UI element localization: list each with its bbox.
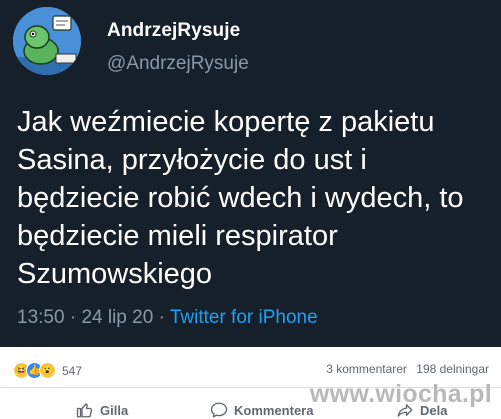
comment-button[interactable]: Kommentera xyxy=(210,401,313,419)
tweet-source[interactable]: Twitter for iPhone xyxy=(170,307,318,328)
tweet-text: Jak weźmiecie kopertę z pakietu Sasina, … xyxy=(17,106,464,290)
post-stats: 3 kommentarer 198 delningar xyxy=(326,362,489,376)
comment-label: Kommentera xyxy=(234,402,314,418)
user-handle[interactable]: @AndrzejRysuje xyxy=(107,53,249,75)
facebook-post-footer: 😆 👍 😮 547 3 kommentarer 198 delningar Gi… xyxy=(0,347,501,419)
display-name[interactable]: AndrzejRysuje xyxy=(107,20,240,42)
shares-count[interactable]: 198 delningar xyxy=(416,362,489,376)
wow-reaction-icon: 😮 xyxy=(39,362,56,379)
reactions-summary[interactable]: 😆 👍 😮 547 xyxy=(13,362,82,379)
like-label: Gilla xyxy=(100,402,129,418)
tweet-date[interactable]: 24 lip 20 xyxy=(81,307,153,328)
meta-separator: · xyxy=(158,307,170,328)
avatar[interactable] xyxy=(13,7,81,75)
like-button[interactable]: Gilla xyxy=(76,401,128,419)
thumbs-up-icon xyxy=(76,403,93,418)
comments-count[interactable]: 3 kommentarer xyxy=(326,362,407,376)
tweet-meta: 13:50 · 24 lip 20 · Twitter for iPhone xyxy=(17,307,318,329)
avatar-cartoon-icon xyxy=(13,7,81,75)
reaction-count[interactable]: 547 xyxy=(62,364,82,378)
watermark: www.wiocha.pl xyxy=(309,380,492,408)
comment-icon xyxy=(210,402,228,418)
meta-separator: · xyxy=(69,307,82,328)
tweet-time[interactable]: 13:50 xyxy=(17,307,65,328)
tweet-card: AndrzejRysuje @AndrzejRysuje Jak weźmiec… xyxy=(0,0,501,347)
